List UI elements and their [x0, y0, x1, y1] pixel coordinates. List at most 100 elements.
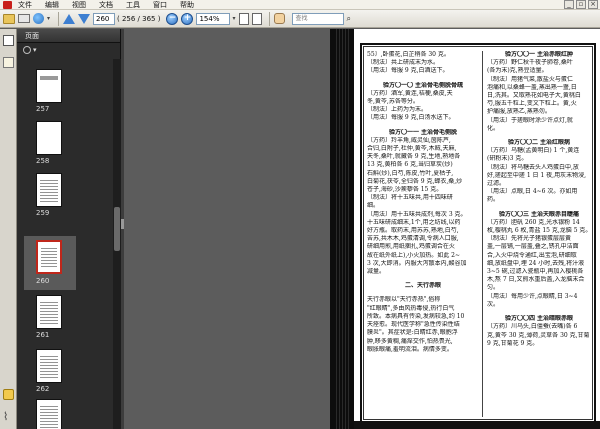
open-folder-icon[interactable] — [3, 13, 15, 24]
chevron-down-icon[interactable]: ▾ — [33, 46, 37, 54]
options-gear-icon[interactable] — [23, 45, 31, 54]
text-line: 白菊花,茯苓,全归各 9 克,蝉衣,桑,炒 — [367, 177, 463, 185]
thumbnail-scrollbar[interactable] — [113, 59, 121, 429]
page-count: ( 256 / 365 ) — [117, 14, 161, 23]
page-thumbnail-label: 257 — [36, 105, 50, 113]
text-line: 验方〇一〇 主治骨毛侧脱骨疏 — [382, 81, 464, 89]
zoom-out-icon[interactable]: − — [166, 12, 179, 25]
text-line: 〔制法〕用猪气菜,散盐火与蛋仁 — [487, 75, 573, 83]
text-line: 膜炎"。其症状是:白睛红赤,眼胞浮 — [367, 329, 458, 337]
text-line: 化。 — [487, 124, 500, 132]
text-line: "红眼睛",多由风热毒侵,热行白气 — [367, 304, 455, 312]
comments-icon[interactable] — [3, 389, 14, 400]
menu-tools[interactable]: 工具 — [126, 0, 140, 10]
text-line: 〔用法〕每服 9 克,白酒送下。 — [367, 67, 449, 75]
text-line: 天痊愈。现代医学称"急性传染性结 — [367, 321, 460, 329]
document-viewport[interactable]: 55〕,卧蛋花,白芷稍各 30 克。 〔制法〕共上研成末为水。 〔用法〕每服 9 克… — [124, 29, 600, 429]
text-line: 验方〇〇二 主治红眼病 — [507, 139, 571, 147]
text-line: 细,放纸盘中,埋 24 小时,去残,将汁液 — [487, 259, 585, 267]
page-thumbnail-262[interactable] — [36, 349, 62, 383]
text-line: 〔用法〕每用少许,点眼睛,日 3~4 — [487, 292, 578, 300]
text-line: 泡痛和,以桑蜂一盖,蒸出熟一盏,日 — [487, 83, 577, 91]
text-line: 匀。 — [487, 284, 500, 292]
bookmarks-panel-icon[interactable] — [3, 57, 14, 68]
window-controls: _ ▫ × — [562, 0, 598, 9]
search-input[interactable]: 查找 — [292, 12, 345, 25]
text-line: 枚,樱桃丸 6 枚,青盐 15 克,龙脑 5 克。 — [487, 227, 591, 235]
globe-icon[interactable] — [33, 13, 44, 24]
text-line: 验方〇一一 主治骨毛侧脱 — [388, 128, 458, 136]
text-line: 所致。本病具有传染,发病较急,约 10 — [367, 312, 465, 320]
text-line: 3 次,大即消。内服大泻散本内,酸谷加 — [367, 259, 467, 267]
text-line: 天行赤眼以"天行赤热",俗称 — [367, 296, 441, 304]
text-line: (研粉末)3 克。 — [487, 155, 528, 163]
zoom-in-icon[interactable]: + — [181, 12, 194, 25]
text-line: 合归,白附子,杜仲,黄芩,木贼,天麻, — [367, 145, 457, 153]
page-thumbnail-257[interactable] — [36, 69, 62, 103]
text-line: 好,搓起至中搓 1 日 1 夜,用灰末物浸, — [487, 171, 586, 179]
page-thumbnail-258[interactable] — [36, 121, 62, 155]
text-line: 十五味研成细末,1个,用之纺线,以药 — [367, 218, 461, 226]
scan-edge — [330, 29, 354, 429]
left-text-column: 55〕,卧蛋花,白芷稍各 30 克。 〔制法〕共上研成末为水。 〔用法〕每服 9 克… — [367, 51, 479, 354]
text-line: 过滤。 — [487, 180, 506, 188]
panel-options[interactable]: ▾ — [17, 43, 120, 56]
menu-document[interactable]: 文档 — [99, 0, 113, 10]
page-thumbnail-label: 261 — [36, 331, 50, 339]
text-line: 减量。 — [367, 268, 386, 276]
text-line: 〔方药〕乌糖(孟黄明白) 1 个,黄连 — [487, 147, 580, 155]
close-icon[interactable]: × — [588, 0, 598, 9]
text-line: 〔方药〕羚羊角,威灵仙,茵陈芦, — [367, 136, 451, 144]
hand-tool-icon[interactable] — [274, 13, 286, 24]
fit-page-icon[interactable] — [239, 12, 250, 25]
text-line: 3~5 碗,过滤入瓷瓶中,再加入樱桃各 — [487, 268, 584, 276]
chevron-down-icon[interactable]: ▾ — [47, 15, 50, 22]
minimize-icon[interactable]: _ — [564, 0, 574, 9]
toolbar: ▾ 260 ( 256 / 365 ) − + 154% ▾ 查找 ⌕ — [0, 10, 600, 28]
text-line: 盖,一层铺,一层盖,叠之,锈孔中洁面 — [487, 243, 579, 251]
previous-page-icon[interactable] — [63, 13, 76, 24]
fit-width-icon[interactable] — [252, 12, 263, 25]
next-page-icon[interactable] — [78, 13, 91, 24]
document-page: 55〕,卧蛋花,白芷稍各 30 克。 〔制法〕共上研成末为水。 〔用法〕每服 9 克… — [330, 29, 600, 429]
zoom-level-input[interactable]: 154% — [196, 12, 231, 25]
page-thumbnail-260[interactable] — [36, 240, 62, 274]
menu-window[interactable]: 窗口 — [153, 0, 167, 10]
text-line: 二、天行赤眼 — [404, 282, 441, 290]
toolbar-divider — [269, 11, 271, 26]
page-thumbnail-label: 260 — [36, 277, 50, 285]
text-line: 苦苏,共木木,鸡蛋清调,令病人口服, — [367, 235, 459, 243]
text-line: 〔方药〕野仁秋千夜子肺卷,桑叶 — [487, 59, 573, 67]
text-line: 13 克,黄柏各 6 克,当归草炭(炒) — [367, 161, 453, 169]
zoom-dropdown-icon[interactable]: ▾ — [232, 15, 235, 22]
pages-panel: 页面 ▾ 257 258 259 260 261 262 263 — [17, 29, 121, 429]
print-icon[interactable] — [18, 14, 30, 23]
attachments-icon[interactable]: ⌇ — [3, 411, 14, 422]
menu-file[interactable]: 文件 — [18, 0, 32, 10]
search-icon[interactable]: ⌕ — [346, 14, 350, 24]
text-line: 细。 — [367, 202, 380, 210]
scan-bottom-edge — [354, 421, 600, 429]
text-line: 故在纸外纸上),小火加热。如此 2~ — [367, 251, 461, 259]
text-line: 验方〇〇三 主治天眼赤目睫痛 — [498, 210, 580, 218]
page-thumbnail-259[interactable] — [36, 173, 62, 207]
text-line: 验方〇〇四 主治暗眼赤眼 — [504, 315, 574, 323]
text-line: 合,入火中烧令通红,出宝泡,研细取 — [487, 251, 577, 259]
page-number-input[interactable]: 260 — [93, 12, 116, 25]
text-line: 肿,眵多黄稠,痛痒交作,怕热畏光, — [367, 337, 453, 345]
text-line: 好方瓶。取药末,用苏苏,熟地,白芍, — [367, 227, 459, 235]
text-line: 9 克,甘菊花 9 克。 — [487, 339, 539, 347]
pages-panel-icon[interactable] — [3, 35, 14, 46]
text-line: 克,黄芩 30 克,薄荷,灵草各 30 克,甘菊 — [487, 331, 590, 339]
page-thumbnail-263[interactable] — [36, 399, 62, 429]
text-line: 〔方药〕川乌头,白僵蚕(去嘴)各 6 — [487, 323, 578, 331]
page-thumbnail-label: 262 — [36, 385, 50, 393]
text-line: 〔用法〕点眼,日 4~6 次。亦如用 — [487, 188, 578, 196]
restore-icon[interactable]: ▫ — [576, 0, 586, 9]
scrollbar-thumb[interactable] — [114, 207, 120, 251]
menu-help[interactable]: 帮助 — [180, 0, 194, 10]
menu-view[interactable]: 视图 — [72, 0, 86, 10]
page-thumbnail-261[interactable] — [36, 295, 62, 329]
menu-bar: 文件 编辑 视图 文档 工具 窗口 帮助 _ ▫ × — [0, 0, 600, 10]
menu-edit[interactable]: 编辑 — [45, 0, 59, 10]
